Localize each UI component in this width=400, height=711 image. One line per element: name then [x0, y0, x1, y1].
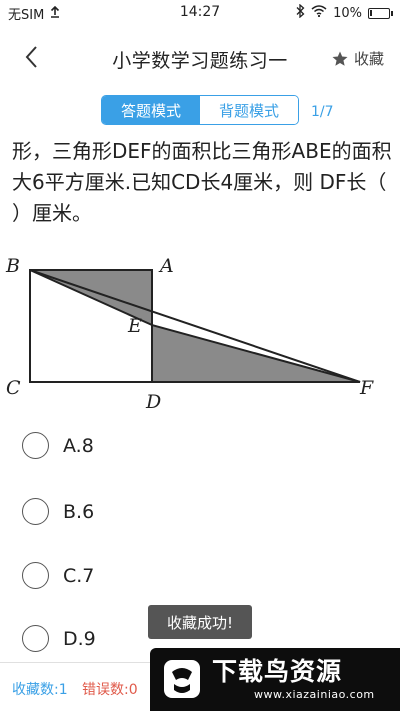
favorite-label: 收藏 [353, 50, 384, 68]
question-counter: 1/7 [311, 104, 334, 120]
battery-percent: 10% [333, 5, 362, 21]
battery-icon [368, 7, 393, 19]
mode-toggle: 答题模式 背题模式 [101, 95, 299, 125]
favorite-button[interactable]: 收藏 [331, 48, 384, 69]
watermark-url: www.xiazainiao.com [254, 688, 375, 701]
recite-mode-tab[interactable]: 背题模式 [200, 96, 298, 124]
option-d-label: D.9 [63, 627, 96, 650]
option-d[interactable]: D.9 [22, 625, 96, 652]
answer-mode-tab[interactable]: 答题模式 [102, 96, 200, 124]
header: 小学数学习题练习一 收藏 [0, 36, 400, 80]
watermark-brand: 下载鸟资源 [212, 657, 343, 686]
option-c[interactable]: C.7 [22, 562, 94, 589]
label-f: F [359, 377, 374, 399]
label-b: B [5, 255, 20, 277]
errors-count[interactable]: 错误数:0 [82, 679, 138, 699]
label-d: D [145, 391, 161, 413]
option-a-label: A.8 [63, 434, 94, 457]
radio-c[interactable] [22, 562, 49, 589]
question-text: 形，三角形DEF的面积比三角形ABE的面积大6平方厘米.已知CD长4厘米，则 D… [12, 139, 392, 225]
option-b-label: B.6 [63, 500, 95, 523]
triangle-def [151, 323, 361, 383]
geometry-figure: B A E C D F [0, 248, 400, 418]
status-right: 10% [296, 3, 393, 22]
wifi-icon [311, 5, 327, 21]
label-c: C [6, 377, 21, 399]
bird-logo-icon [164, 660, 200, 698]
star-icon [332, 51, 348, 66]
toast-message: 收藏成功! [148, 605, 252, 639]
radio-a[interactable] [22, 432, 49, 459]
radio-b[interactable] [22, 498, 49, 525]
option-b[interactable]: B.6 [22, 498, 94, 525]
label-a: A [158, 255, 174, 277]
watermark: 下载鸟资源 www.xiazainiao.com [150, 648, 400, 711]
bluetooth-icon [296, 3, 305, 22]
label-e: E [127, 315, 142, 337]
favorites-count[interactable]: 收藏数:1 [12, 679, 68, 699]
status-bar: 无SIM 14:27 10% [0, 0, 400, 26]
option-a[interactable]: A.8 [22, 432, 94, 459]
radio-d[interactable] [22, 625, 49, 652]
option-c-label: C.7 [63, 564, 95, 587]
